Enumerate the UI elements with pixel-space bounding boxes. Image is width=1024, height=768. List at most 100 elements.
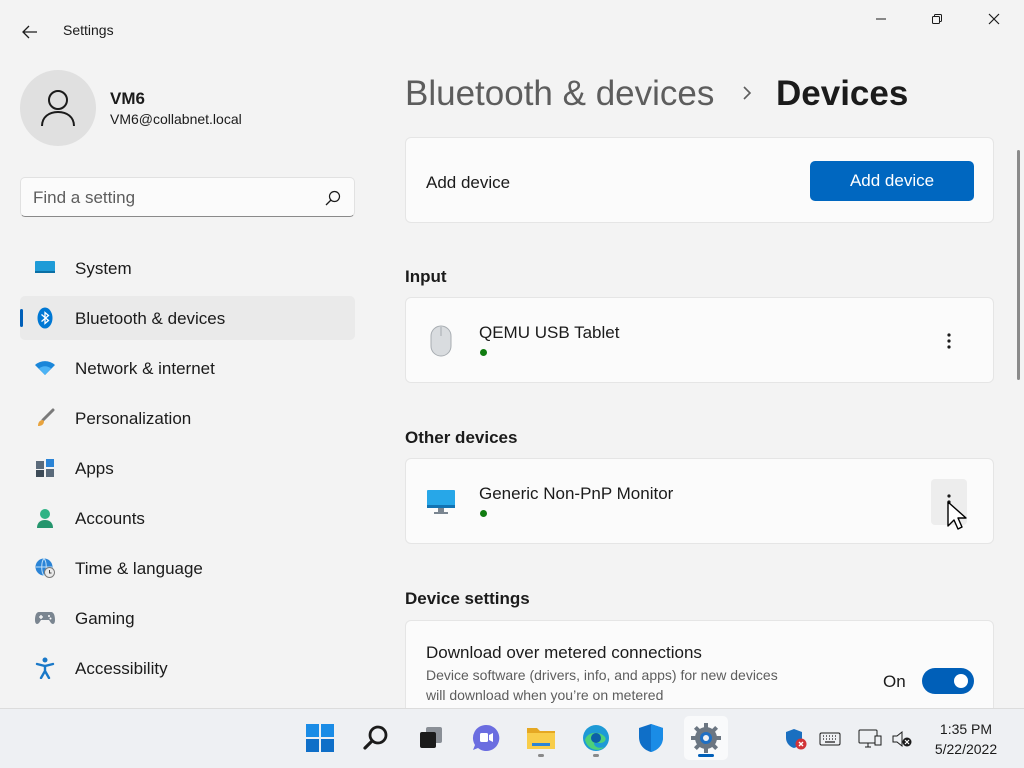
chevron-right-icon [743,86,752,100]
sidebar-item-time-language[interactable]: Time & language [20,546,355,590]
taskbar-edge-button[interactable] [574,716,618,760]
app-title: Settings [63,22,114,38]
user-silhouette-icon [41,90,75,127]
clock-date: 5/22/2022 [934,741,998,757]
connected-status-dot [480,510,487,517]
sidebar-item-personalization[interactable]: Personalization [20,396,355,440]
toggle-state-label: On [883,672,906,691]
scrollbar-thumb[interactable] [1017,150,1020,380]
section-heading-device-settings: Device settings [405,589,530,608]
task-view-icon [420,727,442,748]
tray-keyboard-icon[interactable] [818,727,842,751]
minimize-button[interactable] [858,4,904,34]
taskbar-task-view-button[interactable] [409,716,453,760]
folder-icon [527,728,555,749]
restore-icon [932,14,942,24]
edge-icon [583,725,609,751]
tray-volume-icon[interactable] [890,727,914,751]
running-indicator [538,754,544,757]
sidebar-item-accounts[interactable]: Accounts [20,496,355,540]
taskbar-search-button[interactable] [354,716,398,760]
search-box[interactable] [20,177,355,217]
monitor-icon [426,485,456,519]
bluetooth-icon [34,307,56,329]
device-card[interactable]: Generic Non-PnP Monitor [405,458,994,544]
brush-icon [34,408,56,428]
sidebar-item-label: Personalization [75,409,192,428]
sidebar-item-network-internet[interactable]: Network & internet [20,346,355,390]
section-heading-other-devices: Other devices [405,428,518,447]
device-card[interactable]: QEMU USB Tablet [405,297,994,383]
sidebar-item-label: Time & language [75,559,203,578]
sidebar-item-apps[interactable]: Apps [20,446,355,490]
connected-status-dot [480,349,487,356]
section-heading-input: Input [405,267,447,286]
close-button[interactable] [971,4,1017,34]
clock-time: 1:35 PM [939,721,993,737]
taskbar-settings-button[interactable] [684,716,728,760]
sidebar-item-label: Accessibility [75,659,168,678]
more-vertical-icon [947,494,951,510]
close-icon [988,13,1000,25]
gamepad-icon [34,608,56,628]
accessibility-icon [34,657,56,679]
user-name: VM6 [110,89,145,108]
back-button[interactable] [14,18,46,46]
toggle-knob [954,674,968,688]
more-options-button[interactable] [931,318,967,364]
sidebar-item-system[interactable]: System [20,246,355,290]
maximize-button[interactable] [914,4,960,34]
security-shield-alert-icon [786,729,807,750]
minimize-icon [876,18,886,20]
sidebar-nav: System Bluetooth & devices Network & int… [20,246,355,696]
volume-muted-icon [892,730,912,748]
page-title: Devices [776,74,909,113]
setting-description: Device software (drivers, info, and apps… [426,667,778,703]
metered-download-toggle[interactable] [922,668,974,694]
sidebar-item-label: Accounts [75,509,145,528]
device-name: Generic Non-PnP Monitor [479,484,674,503]
search-icon [363,725,388,750]
sidebar-item-label: Network & internet [75,359,215,378]
taskbar: 1:35 PM 5/22/2022 [0,708,1024,768]
sidebar-item-label: Gaming [75,609,135,628]
person-icon [34,508,56,528]
taskbar-store-button[interactable] [629,716,673,760]
sidebar-item-label: Bluetooth & devices [75,309,226,328]
mouse-icon [426,324,456,358]
windows-logo-icon [306,724,334,752]
sidebar-item-label: System [75,259,132,278]
taskbar-start-button[interactable] [298,716,342,760]
more-options-button[interactable] [931,479,967,525]
tray-security-icon[interactable] [784,727,808,751]
sidebar-item-accessibility[interactable]: Accessibility [20,646,355,690]
taskbar-file-explorer-button[interactable] [519,716,563,760]
sidebar-item-label: Apps [75,459,114,478]
add-device-label: Add device [426,173,511,192]
add-device-button[interactable]: Add device [810,161,974,201]
search-icon[interactable] [324,189,342,207]
apps-grid-icon [34,458,56,478]
network-icon [858,729,882,748]
title-bar: Settings [0,0,1024,60]
add-device-card: Add device Add device [405,137,994,223]
sidebar-item-gaming[interactable]: Gaming [20,596,355,640]
wifi-icon [34,358,56,378]
taskbar-chat-button[interactable] [464,716,508,760]
shield-icon [639,724,663,752]
more-vertical-icon [947,333,951,349]
user-email: VM6@collabnet.local [110,111,242,127]
chat-icon [472,724,500,751]
search-input[interactable] [33,187,313,209]
avatar[interactable] [20,70,96,146]
breadcrumb-parent[interactable]: Bluetooth & devices [405,74,714,114]
tray-network-icon[interactable] [858,727,882,751]
sidebar-item-bluetooth-devices[interactable]: Bluetooth & devices [20,296,355,340]
keyboard-icon [819,732,841,746]
active-indicator [698,754,714,757]
taskbar-clock[interactable]: 1:35 PM 5/22/2022 [920,719,1012,759]
globe-clock-icon [34,558,56,578]
setting-title: Download over metered connections [426,643,702,662]
arrow-left-icon [22,25,37,39]
monitor-icon [34,258,56,278]
